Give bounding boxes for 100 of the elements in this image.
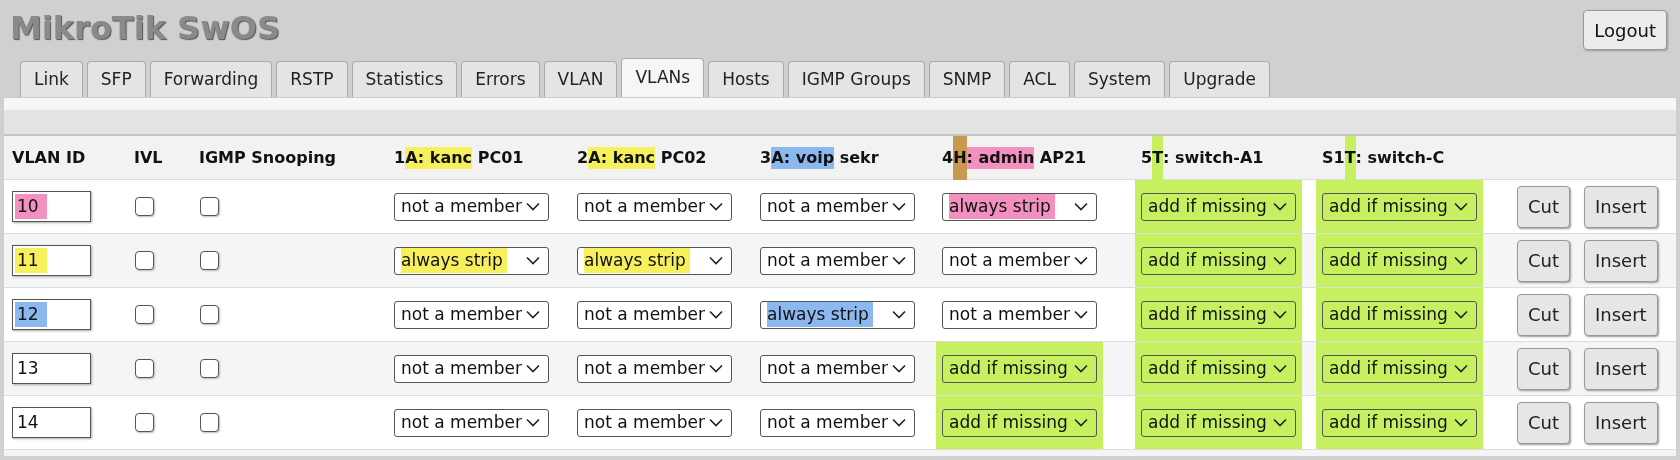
- port-mode-select[interactable]: not a member: [577, 192, 732, 221]
- checkbox[interactable]: [135, 305, 154, 324]
- port-mode-select[interactable]: add if missing: [1141, 246, 1296, 275]
- app-title: MikroTik SwOS: [10, 8, 280, 48]
- port-mode-select[interactable]: not a member: [942, 246, 1097, 275]
- port-mode-select[interactable]: not a member: [577, 300, 732, 329]
- tab[interactable]: Link: [20, 61, 83, 97]
- row-action-button[interactable]: Insert: [1584, 401, 1658, 444]
- checkbox[interactable]: [135, 359, 154, 378]
- chevron-down-icon: [892, 256, 906, 265]
- chevron-down-icon: [1454, 310, 1468, 319]
- row-action-button[interactable]: Insert: [1584, 185, 1658, 228]
- checkbox[interactable]: [135, 197, 154, 216]
- port-mode-select[interactable]: add if missing: [1141, 354, 1296, 383]
- logout-button[interactable]: Logout: [1583, 10, 1667, 50]
- port-mode-select[interactable]: add if missing: [1322, 246, 1477, 275]
- chevron-down-icon: [1273, 418, 1287, 427]
- row-action-button[interactable]: Cut: [1517, 185, 1571, 228]
- port-mode-value: not a member: [767, 248, 888, 272]
- chevron-down-icon: [1074, 364, 1088, 373]
- chevron-down-icon: [892, 202, 906, 211]
- port-mode-select[interactable]: add if missing: [1141, 300, 1296, 329]
- port-mode-select[interactable]: not a member: [394, 192, 549, 221]
- checkbox[interactable]: [200, 359, 219, 378]
- port-mode-value: add if missing: [1148, 194, 1267, 218]
- chevron-down-icon: [892, 310, 906, 319]
- tab[interactable]: Errors: [461, 61, 540, 97]
- chevron-down-icon: [526, 202, 540, 211]
- vlan-id-field[interactable]: 14: [12, 407, 91, 438]
- checkbox[interactable]: [200, 251, 219, 270]
- column-header: IGMP Snooping: [199, 147, 337, 169]
- row-action-button[interactable]: Cut: [1517, 401, 1571, 444]
- vlan-id-field[interactable]: 11: [12, 245, 91, 276]
- port-mode-value: not a member: [949, 248, 1070, 272]
- port-mode-select[interactable]: not a member: [760, 192, 915, 221]
- port-mode-select[interactable]: always strip: [577, 246, 732, 275]
- port-mode-value: add if missing: [949, 356, 1068, 380]
- tab[interactable]: Upgrade: [1169, 61, 1271, 97]
- row-action-button[interactable]: Cut: [1517, 239, 1571, 282]
- tab[interactable]: Statistics: [351, 61, 458, 97]
- port-mode-value: not a member: [401, 410, 522, 434]
- tab[interactable]: IGMP Groups: [787, 61, 925, 97]
- tab[interactable]: SFP: [86, 61, 146, 97]
- port-mode-select[interactable]: not a member: [760, 246, 915, 275]
- port-mode-value: not a member: [767, 356, 888, 380]
- port-mode-value: add if missing: [1148, 302, 1267, 326]
- port-mode-select[interactable]: always strip: [394, 246, 549, 275]
- row-action-button[interactable]: Cut: [1517, 347, 1571, 390]
- chevron-down-icon: [709, 256, 723, 265]
- port-mode-select[interactable]: not a member: [577, 354, 732, 383]
- column-header: IVL: [134, 147, 164, 169]
- tab[interactable]: System: [1073, 61, 1166, 97]
- port-mode-select[interactable]: add if missing: [1322, 192, 1477, 221]
- port-mode-select[interactable]: add if missing: [1322, 408, 1477, 437]
- checkbox[interactable]: [200, 305, 219, 324]
- checkbox[interactable]: [135, 251, 154, 270]
- vlan-id-field[interactable]: 13: [12, 353, 91, 384]
- checkbox[interactable]: [135, 413, 154, 432]
- port-mode-select[interactable]: add if missing: [1322, 354, 1477, 383]
- chevron-down-icon: [892, 418, 906, 427]
- checkbox[interactable]: [200, 413, 219, 432]
- port-mode-select[interactable]: add if missing: [1141, 192, 1296, 221]
- port-mode-select[interactable]: not a member: [760, 408, 915, 437]
- tab[interactable]: Forwarding: [149, 61, 273, 97]
- port-mode-select[interactable]: add if missing: [1322, 300, 1477, 329]
- port-mode-select[interactable]: add if missing: [942, 408, 1097, 437]
- row-action-button[interactable]: Cut: [1517, 293, 1571, 336]
- port-mode-select[interactable]: not a member: [394, 300, 549, 329]
- tab[interactable]: VLAN: [543, 61, 618, 97]
- port-mode-value: add if missing: [949, 410, 1068, 434]
- vlan-id-field[interactable]: 12: [12, 299, 91, 330]
- row-action-button[interactable]: Insert: [1584, 347, 1658, 390]
- port-mode-value: not a member: [767, 194, 888, 218]
- chevron-down-icon: [1074, 256, 1088, 265]
- row-action-button[interactable]: Insert: [1584, 239, 1658, 282]
- tab[interactable]: SNMP: [928, 61, 1006, 97]
- port-mode-value: add if missing: [1148, 410, 1267, 434]
- port-mode-select[interactable]: always strip: [760, 300, 915, 329]
- vlan-id-field[interactable]: 10: [12, 191, 91, 222]
- port-mode-value: not a member: [584, 194, 705, 218]
- checkbox[interactable]: [200, 197, 219, 216]
- port-mode-value: not a member: [584, 356, 705, 380]
- port-mode-select[interactable]: not a member: [760, 354, 915, 383]
- tab[interactable]: VLANs: [621, 58, 705, 97]
- row-action-button[interactable]: Insert: [1584, 293, 1658, 336]
- port-mode-select[interactable]: add if missing: [1141, 408, 1296, 437]
- tab[interactable]: Hosts: [708, 61, 784, 97]
- port-mode-value: not a member: [401, 302, 522, 326]
- port-mode-select[interactable]: not a member: [577, 408, 732, 437]
- port-mode-select[interactable]: always strip: [942, 192, 1097, 221]
- port-mode-value: always strip: [767, 301, 873, 328]
- port-mode-select[interactable]: not a member: [394, 354, 549, 383]
- port-mode-select[interactable]: not a member: [942, 300, 1097, 329]
- tab[interactable]: ACL: [1009, 61, 1070, 97]
- port-mode-value: not a member: [767, 410, 888, 434]
- port-mode-value: not a member: [949, 302, 1070, 326]
- tab[interactable]: RSTP: [276, 61, 348, 97]
- chevron-down-icon: [709, 310, 723, 319]
- port-mode-select[interactable]: add if missing: [942, 354, 1097, 383]
- port-mode-select[interactable]: not a member: [394, 408, 549, 437]
